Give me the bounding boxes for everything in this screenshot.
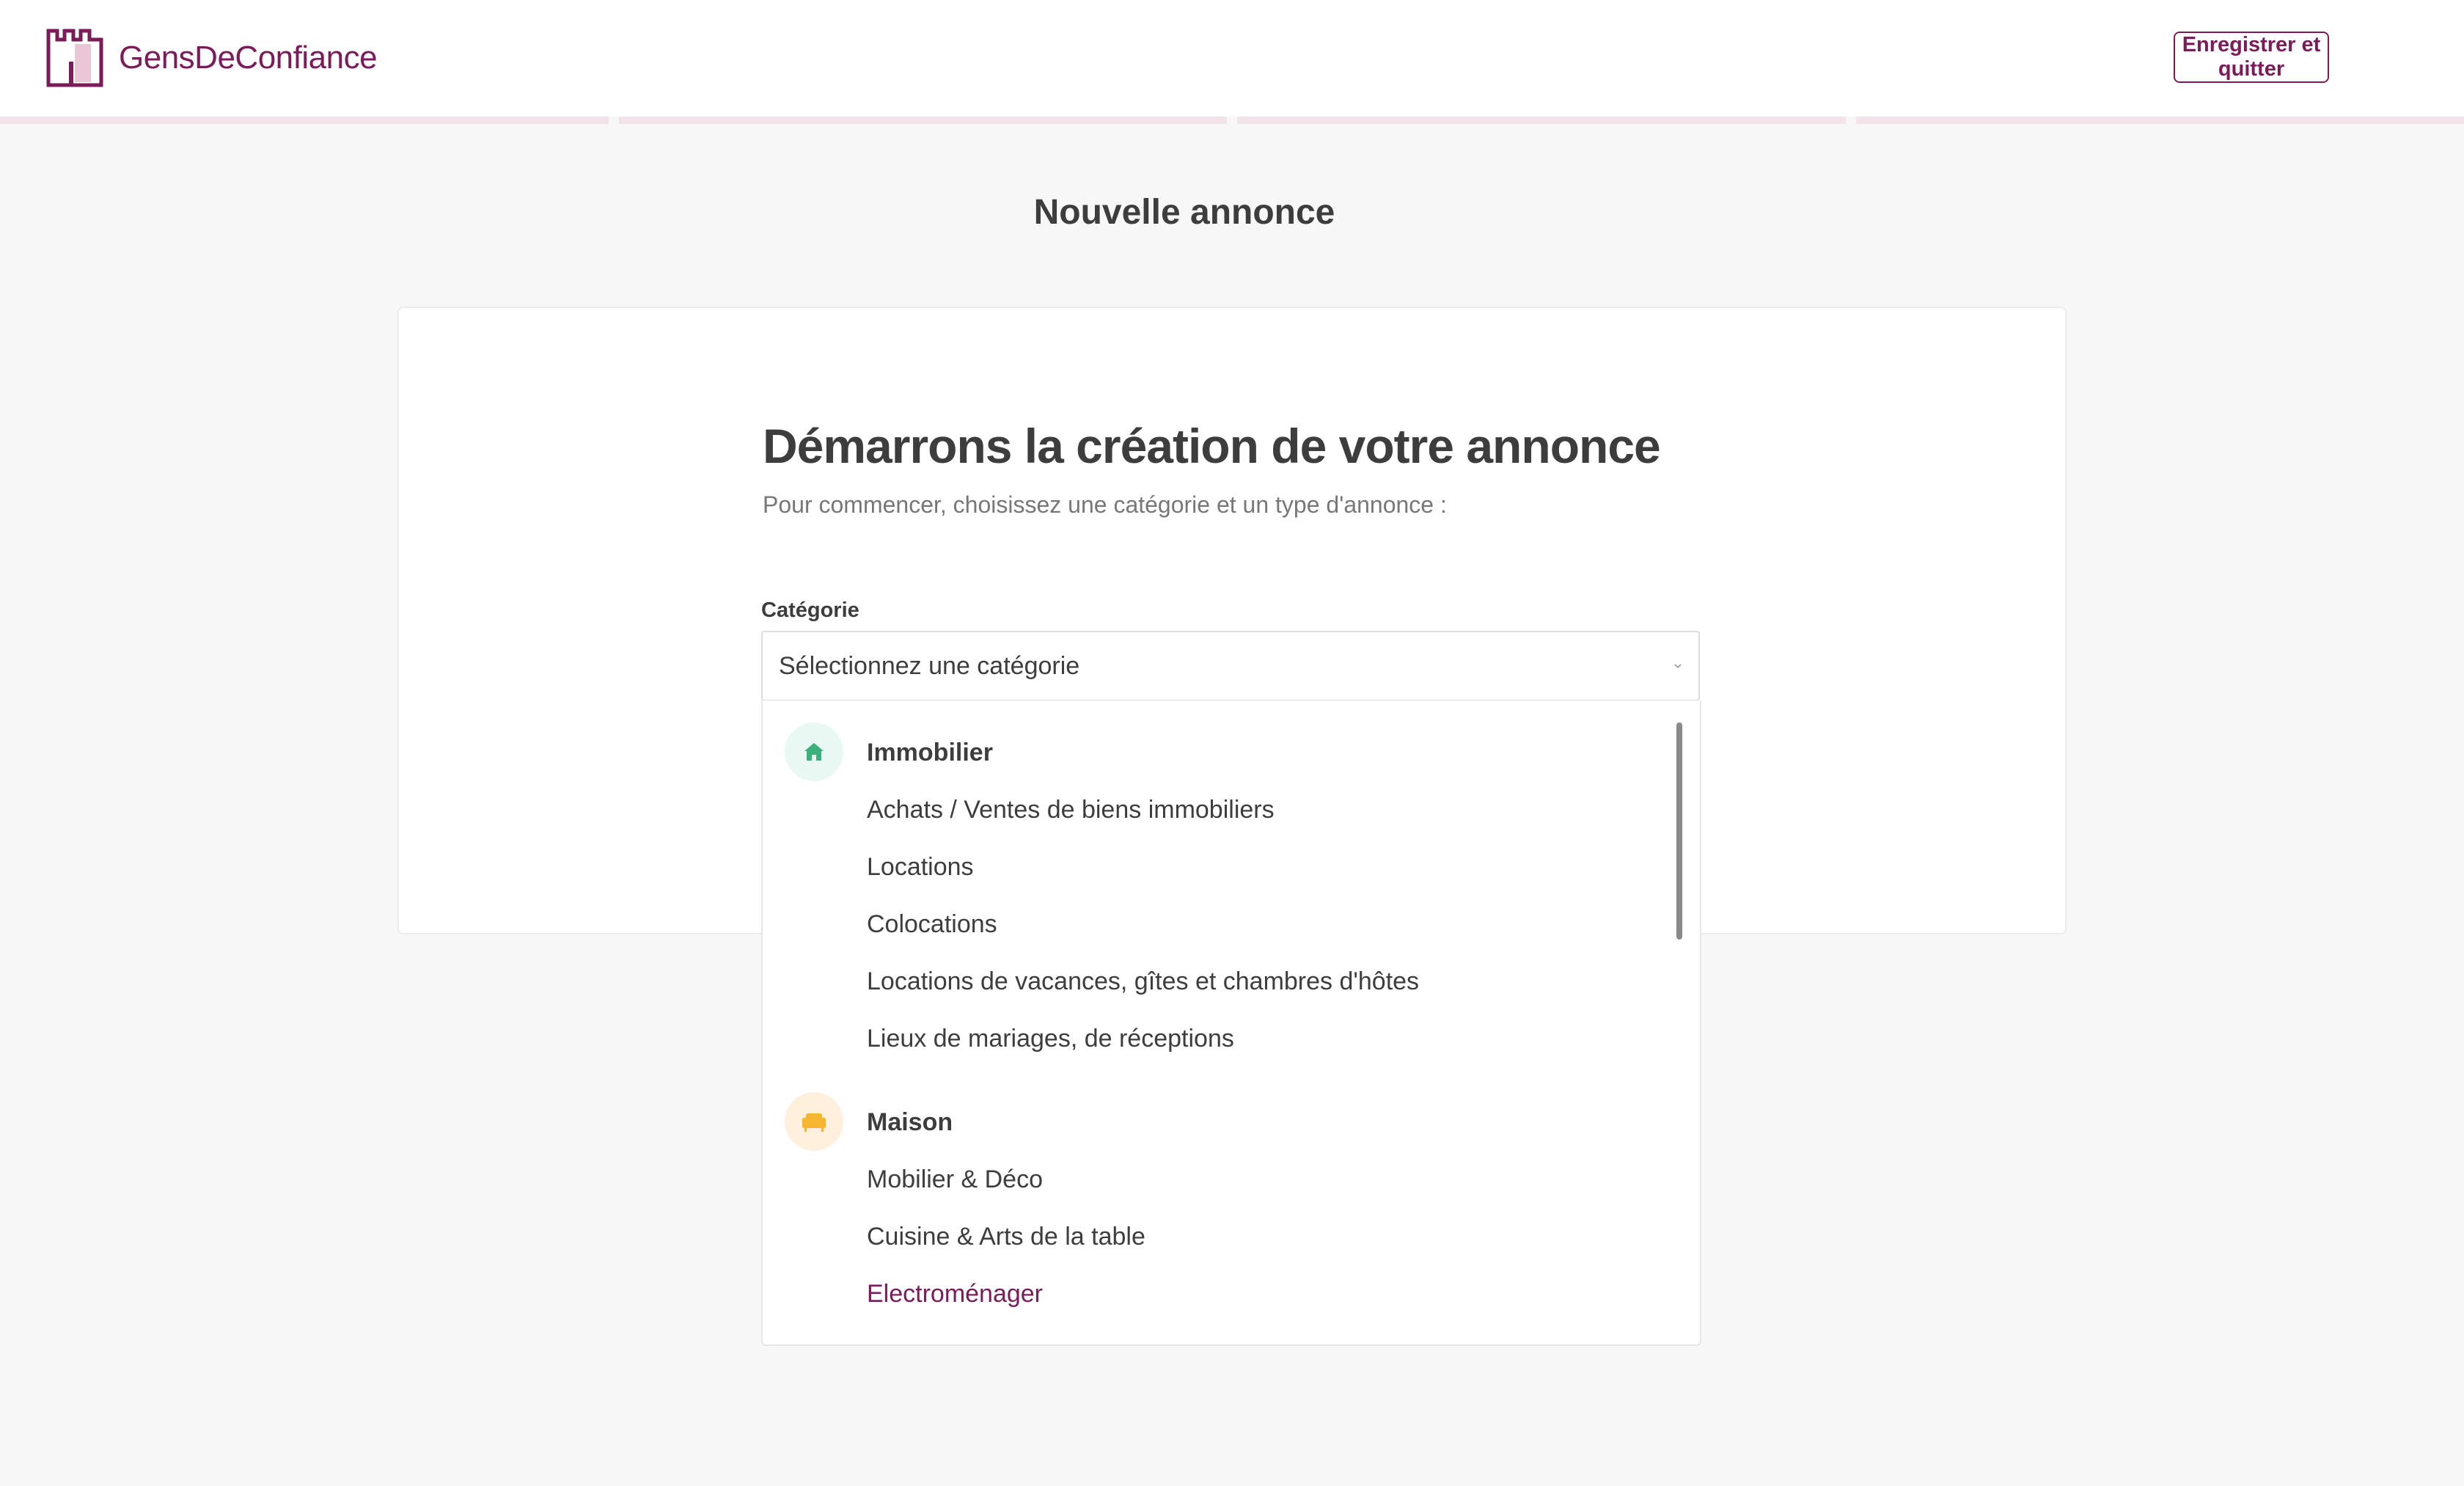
category-select-placeholder: Sélectionnez une catégorie xyxy=(779,651,1080,680)
category-select[interactable]: Sélectionnez une catégorie xyxy=(761,631,1700,701)
option-colocations[interactable]: Colocations xyxy=(867,910,997,939)
category-label: Catégorie xyxy=(761,599,859,622)
progress-step xyxy=(1855,117,2464,124)
progress-step xyxy=(1237,117,1846,124)
option-mobilier-deco[interactable]: Mobilier & Déco xyxy=(867,1165,1043,1194)
option-cuisine-arts-table[interactable]: Cuisine & Arts de la table xyxy=(867,1223,1145,1251)
castle-logo-icon xyxy=(46,29,103,87)
logo[interactable]: GensDeConfiance xyxy=(45,28,378,88)
progress-step xyxy=(0,117,609,124)
armchair-icon xyxy=(785,1092,843,1151)
option-locations[interactable]: Locations xyxy=(867,853,974,882)
group-title-maison: Maison xyxy=(867,1108,953,1136)
category-dropdown[interactable]: Immobilier Achats / Ventes de biens immo… xyxy=(761,700,1701,1346)
logo-text: GensDeConfiance xyxy=(119,40,378,76)
dropdown-scrollbar[interactable] xyxy=(1676,722,1682,940)
chevron-down-icon xyxy=(1674,664,1682,669)
progress-step xyxy=(618,117,1227,124)
option-achats-ventes[interactable]: Achats / Ventes de biens immobiliers xyxy=(867,796,1275,824)
option-electromenager[interactable]: Electroménager xyxy=(867,1280,1043,1309)
form-heading: Démarrons la création de votre annonce xyxy=(763,419,1661,473)
group-title-immobilier: Immobilier xyxy=(867,739,993,766)
form-subheading: Pour commencer, choisissez une catégorie… xyxy=(763,491,1447,518)
progress-bar xyxy=(0,117,2464,124)
option-lieux-mariages[interactable]: Lieux de mariages, de réceptions xyxy=(867,1025,1234,1053)
save-and-quit-button[interactable]: Enregistrer et quitter xyxy=(2174,32,2329,83)
house-icon xyxy=(785,722,843,781)
top-header: GensDeConfiance Enregistrer et quitter xyxy=(0,0,2464,117)
option-locations-vacances[interactable]: Locations de vacances, gîtes et chambres… xyxy=(867,967,1419,996)
page-title: Nouvelle annonce xyxy=(1033,193,1335,232)
